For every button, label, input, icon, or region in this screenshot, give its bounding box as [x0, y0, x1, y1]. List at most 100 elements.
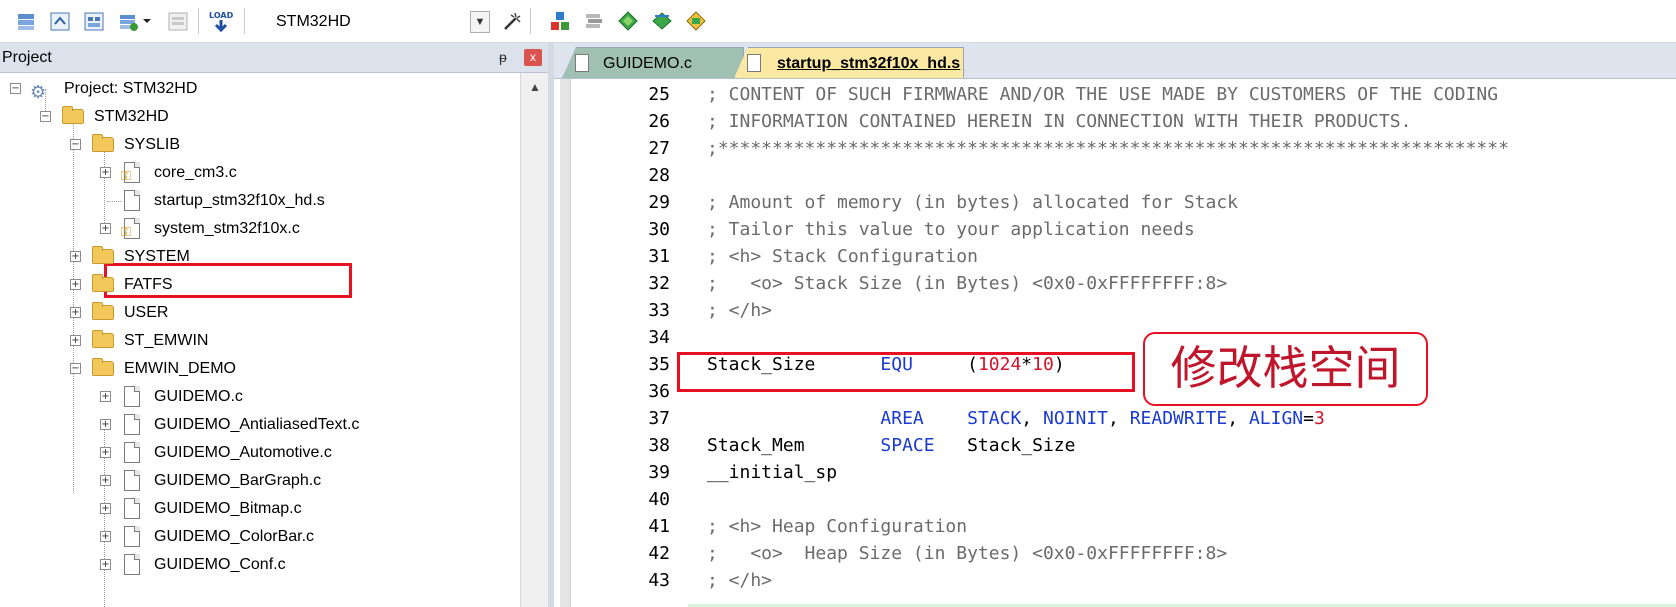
select-packs-icon[interactable]: [650, 9, 674, 33]
code-line[interactable]: 28: [570, 162, 1660, 189]
tree-node-group[interactable]: + USER: [0, 299, 400, 327]
project-tree-scrollbar[interactable]: ▲: [520, 73, 549, 607]
manage-components-icon[interactable]: [548, 9, 572, 33]
line-code: Stack_Mem SPACE Stack_Size: [707, 432, 1075, 459]
code-line[interactable]: 30 ; Tailor this value to your applicatio…: [570, 216, 1660, 243]
expand-icon[interactable]: +: [100, 419, 111, 430]
tree-node-file[interactable]: + GUIDEMO_Bitmap.c: [0, 495, 420, 523]
line-number: 29: [648, 192, 670, 213]
code-line[interactable]: 43 ; </h>: [570, 567, 1660, 594]
code-token: ; <h> Stack Configuration: [707, 246, 978, 267]
code-line[interactable]: 42 ; <o> Heap Size (in Bytes) <0x0-0xFFFF…: [570, 540, 1660, 567]
expand-icon[interactable]: +: [70, 279, 81, 290]
tree-node-label: GUIDEMO_Automotive.c: [154, 444, 332, 461]
code-line[interactable]: 26 ; INFORMATION CONTAINED HEREIN IN CONN…: [570, 108, 1660, 135]
expand-icon[interactable]: +: [100, 447, 111, 458]
code-line[interactable]: 40: [570, 486, 1660, 513]
expand-icon[interactable]: +: [70, 251, 81, 262]
code-editor[interactable]: 25 ; CONTENT OF SUCH FIRMWARE AND/OR THE …: [554, 79, 1676, 607]
expand-icon[interactable]: +: [100, 475, 111, 486]
code-line[interactable]: 32 ; <o> Stack Size (in Bytes) <0x0-0xFFF…: [570, 270, 1660, 297]
project-panel-header: Project ᵽ x: [0, 43, 548, 73]
tree-node-file-selected[interactable]: startup_stm32f10x_hd.s: [0, 187, 400, 215]
code-line[interactable]: 37 AREA STACK, NOINIT, READWRITE, ALIGN=…: [570, 405, 1660, 432]
line-number: 30: [648, 219, 670, 240]
collapse-icon[interactable]: −: [40, 111, 51, 122]
code-token: ALIGN: [1248, 408, 1304, 429]
line-number: 38: [648, 435, 670, 456]
code-token: NOINIT: [1042, 408, 1109, 429]
options-wand-icon[interactable]: [500, 9, 524, 33]
tree-node-file[interactable]: + GUIDEMO_Automotive.c: [0, 439, 420, 467]
tree-node-group[interactable]: − SYSLIB: [0, 131, 400, 159]
expand-icon[interactable]: +: [100, 167, 111, 178]
expand-icon[interactable]: +: [100, 559, 111, 570]
expand-icon[interactable]: +: [100, 391, 111, 402]
run-time-env-icon[interactable]: [684, 9, 708, 33]
line-number: 28: [648, 165, 670, 186]
code-token: =: [1303, 408, 1314, 429]
target-dropdown-button[interactable]: ▼: [470, 11, 490, 33]
tree-node-target[interactable]: − STM32HD: [0, 103, 400, 131]
translate-icon[interactable]: [48, 9, 72, 33]
tree-node-file[interactable]: + ⚿ core_cm3.c: [0, 159, 400, 187]
download-icon[interactable]: LOAD: [206, 9, 236, 33]
collapse-icon[interactable]: −: [70, 139, 81, 150]
chevron-down-icon: ▼: [474, 16, 486, 28]
file-icon: [124, 470, 140, 491]
tree-node-group[interactable]: − EMWIN_DEMO: [0, 355, 400, 383]
tree-node-file[interactable]: + GUIDEMO_ColorBar.c: [0, 523, 420, 551]
code-line[interactable]: 34: [570, 324, 1660, 351]
batch-build-icon[interactable]: [14, 9, 38, 33]
collapse-icon[interactable]: −: [10, 83, 21, 94]
close-panel-button[interactable]: x: [524, 49, 542, 66]
build-icon[interactable]: [82, 9, 106, 33]
code-line[interactable]: 39 __initial_sp: [570, 459, 1660, 486]
tree-node-group[interactable]: + SYSTEM: [0, 243, 400, 271]
pin-icon[interactable]: ᵽ: [499, 43, 507, 72]
expand-icon[interactable]: +: [70, 307, 81, 318]
code-line[interactable]: 25 ; CONTENT OF SUCH FIRMWARE AND/OR THE …: [570, 81, 1660, 108]
code-line[interactable]: 38 Stack_Mem SPACE Stack_Size: [570, 432, 1660, 459]
code-line[interactable]: 27 ;*************************************…: [570, 135, 1660, 162]
tab-label: GUIDEMO.c: [603, 55, 692, 72]
collapse-icon[interactable]: −: [70, 363, 81, 374]
tree-node-label: STM32HD: [94, 108, 169, 125]
toolbar: LOAD STM32HD ▼: [0, 0, 1676, 43]
chevron-down-icon[interactable]: [140, 9, 154, 33]
line-code: ;***************************************…: [707, 135, 1509, 162]
line-code: AREA STACK, NOINIT, READWRITE, ALIGN=3: [707, 405, 1324, 432]
scroll-up-icon[interactable]: ▲: [525, 77, 545, 97]
tree-node-project[interactable]: − ⚙ Project: STM32HD: [0, 75, 400, 103]
tree-node-file[interactable]: + GUIDEMO_AntialiasedText.c: [0, 411, 420, 439]
tree-node-file[interactable]: + ⚿ system_stm32f10x.c: [0, 215, 400, 243]
tree-node-label: system_stm32f10x.c: [154, 220, 300, 237]
line-number: 26: [648, 111, 670, 132]
code-line[interactable]: 31 ; <h> Stack Configuration: [570, 243, 1660, 270]
expand-icon[interactable]: +: [100, 223, 111, 234]
tab-startup-file[interactable]: startup_stm32f10x_hd.s: [734, 47, 964, 78]
expand-icon[interactable]: +: [100, 503, 111, 514]
target-select[interactable]: STM32HD: [272, 9, 490, 35]
tree-node-group[interactable]: + FATFS: [0, 271, 400, 299]
tab-guidemo-c[interactable]: GUIDEMO.c: [562, 47, 744, 78]
tree-node-file[interactable]: + GUIDEMO_Conf.c: [0, 551, 420, 579]
line-number: 35: [648, 354, 670, 375]
code-line[interactable]: 33 ; </h>: [570, 297, 1660, 324]
tree-node-group[interactable]: + ST_EMWIN: [0, 327, 400, 355]
file-icon: [747, 54, 761, 72]
manage-books-icon[interactable]: [582, 9, 606, 33]
rebuild-icon[interactable]: [116, 9, 140, 33]
code-token: STACK: [967, 408, 1022, 429]
stop-build-icon[interactable]: [166, 9, 190, 33]
expand-icon[interactable]: +: [70, 335, 81, 346]
code-line[interactable]: 29 ; Amount of memory (in bytes) allocate…: [570, 189, 1660, 216]
tree-node-file[interactable]: + GUIDEMO_BarGraph.c: [0, 467, 420, 495]
code-token: ,: [1227, 408, 1249, 429]
pack-installer-icon[interactable]: [616, 9, 640, 33]
code-line[interactable]: 41 ; <h> Heap Configuration: [570, 513, 1660, 540]
folder-open-icon: [92, 358, 114, 376]
tree-node-file[interactable]: + GUIDEMO.c: [0, 383, 420, 411]
expand-icon[interactable]: +: [100, 531, 111, 542]
